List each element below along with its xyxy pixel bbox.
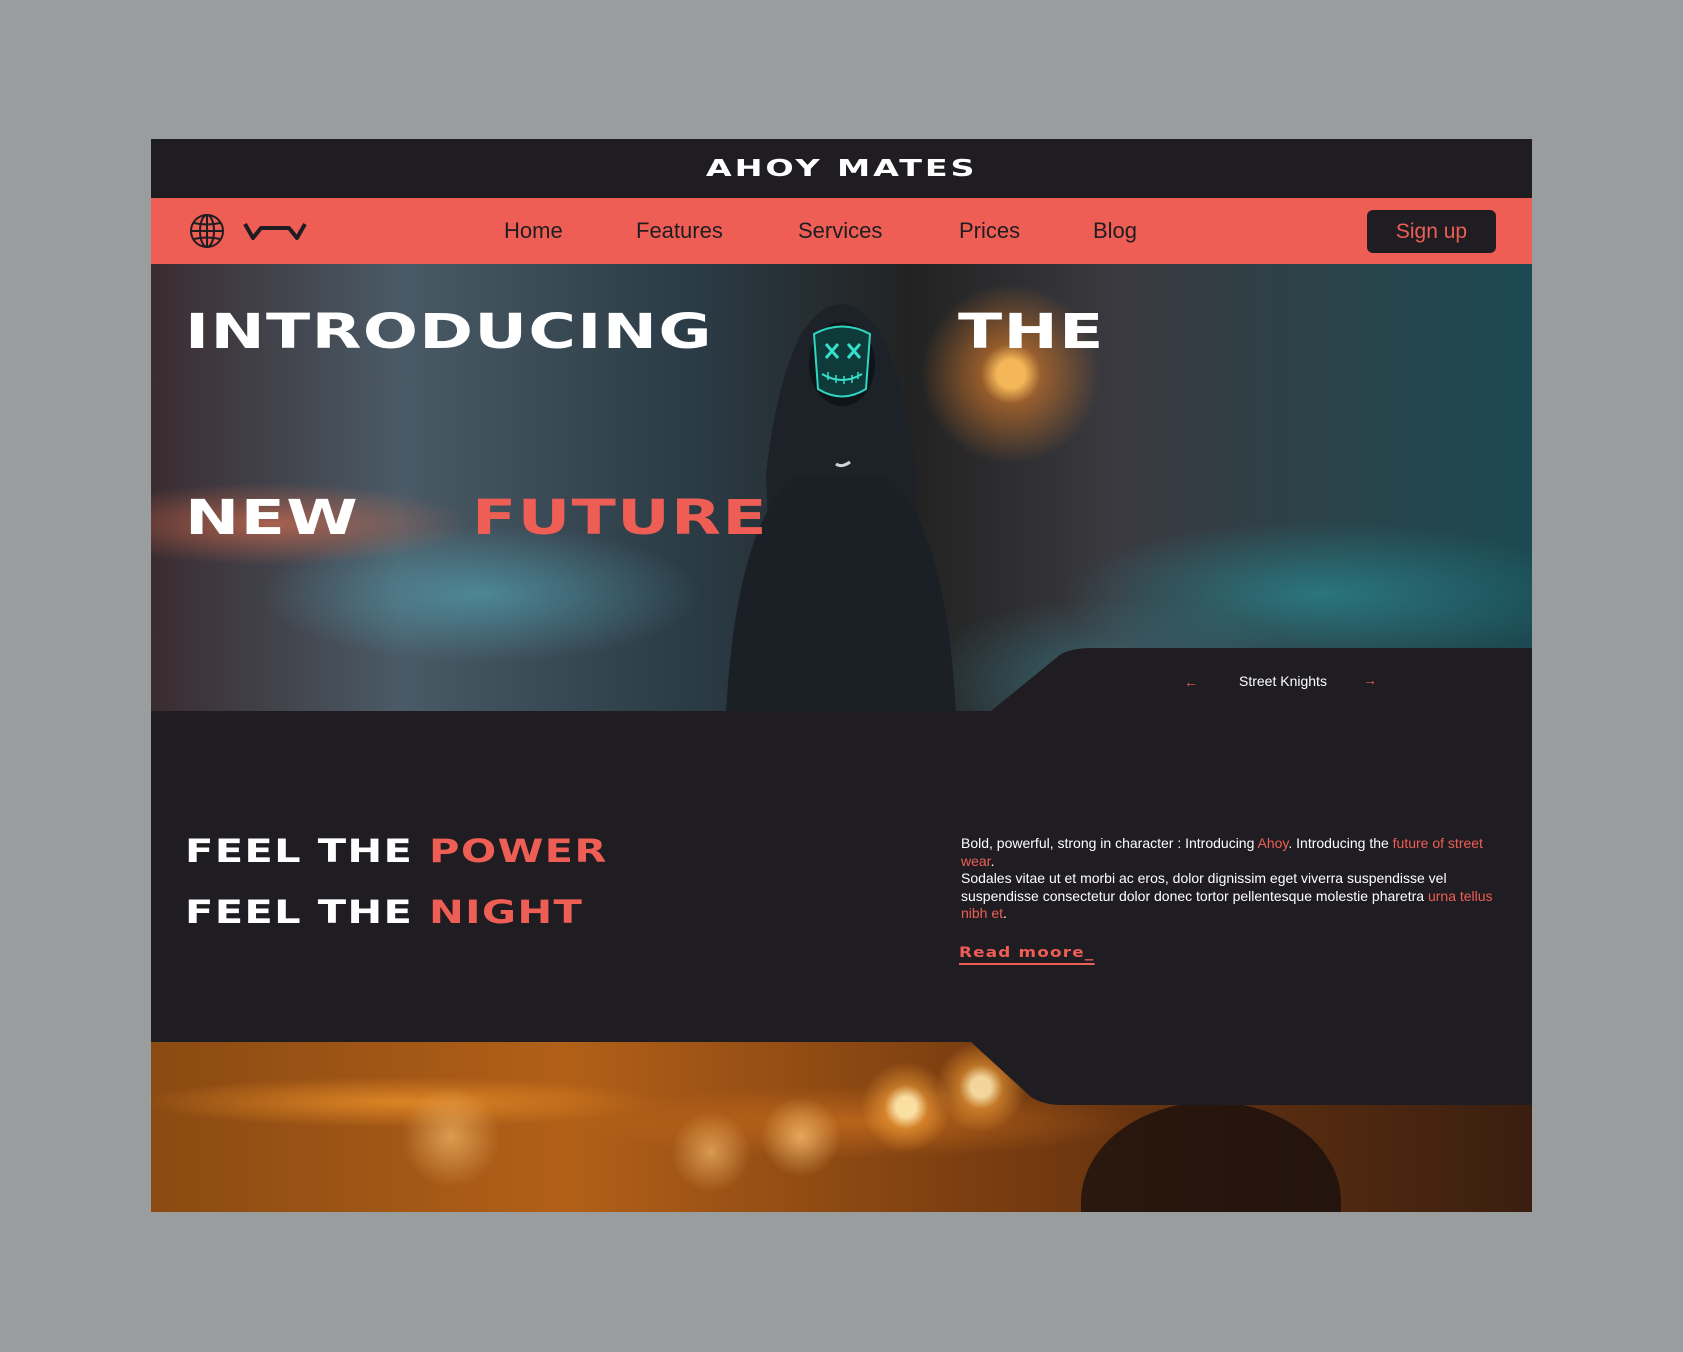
para-text: . Introducing the: [1288, 835, 1393, 851]
para-text: .: [1003, 905, 1007, 921]
landing-page: AHOY MATES Home Features Services Prices…: [151, 139, 1532, 1212]
para-text: Bold, powerful, strong in character : In…: [961, 835, 1258, 851]
slide-caption: Street Knights: [1239, 673, 1327, 689]
nav-item-prices[interactable]: Prices: [959, 218, 1020, 244]
bottom-image: [151, 1042, 1532, 1212]
slogan-line-2: FEEL THE NIGHT: [185, 893, 583, 931]
slogan-1-text: FEEL THE: [185, 832, 414, 870]
slogan-1-accent: POWER: [429, 832, 608, 870]
brand-bar: AHOY MATES: [151, 139, 1532, 198]
logo-mark-icon[interactable]: [243, 222, 307, 240]
para-link-ahoy[interactable]: Ahoy: [1258, 835, 1289, 851]
globe-icon[interactable]: [189, 213, 225, 249]
hero-corner-cutout: [991, 648, 1532, 711]
nav-item-blog[interactable]: Blog: [1093, 218, 1137, 244]
nav-item-home[interactable]: Home: [504, 218, 563, 244]
para-text: .: [990, 852, 995, 869]
prev-slide-arrow-icon[interactable]: ←: [1184, 674, 1198, 690]
main-nav: Home Features Services Prices Blog Sign …: [151, 198, 1532, 264]
nav-item-features[interactable]: Features: [636, 218, 723, 244]
intro-paragraph: Bold, powerful, strong in character : In…: [961, 835, 1501, 923]
slogan-2-accent: NIGHT: [429, 893, 584, 931]
next-slide-arrow-icon[interactable]: →: [1363, 672, 1377, 688]
para-text: Sodales vitae ut et morbi ac eros, dolor…: [961, 870, 1447, 904]
signup-button[interactable]: Sign up: [1367, 210, 1496, 253]
slogan-2-text: FEEL THE: [185, 893, 414, 931]
read-more-link[interactable]: Read moore_: [959, 945, 1095, 965]
slogan-line-1: FEEL THE POWER: [185, 832, 608, 870]
bottom-corner-cutout: [971, 1042, 1532, 1105]
hero-section: INTRODUCING THE NEW FUTURE ← Street Knig…: [151, 264, 1532, 711]
brand-title[interactable]: AHOY MATES: [706, 156, 978, 182]
nav-item-services[interactable]: Services: [798, 218, 882, 244]
